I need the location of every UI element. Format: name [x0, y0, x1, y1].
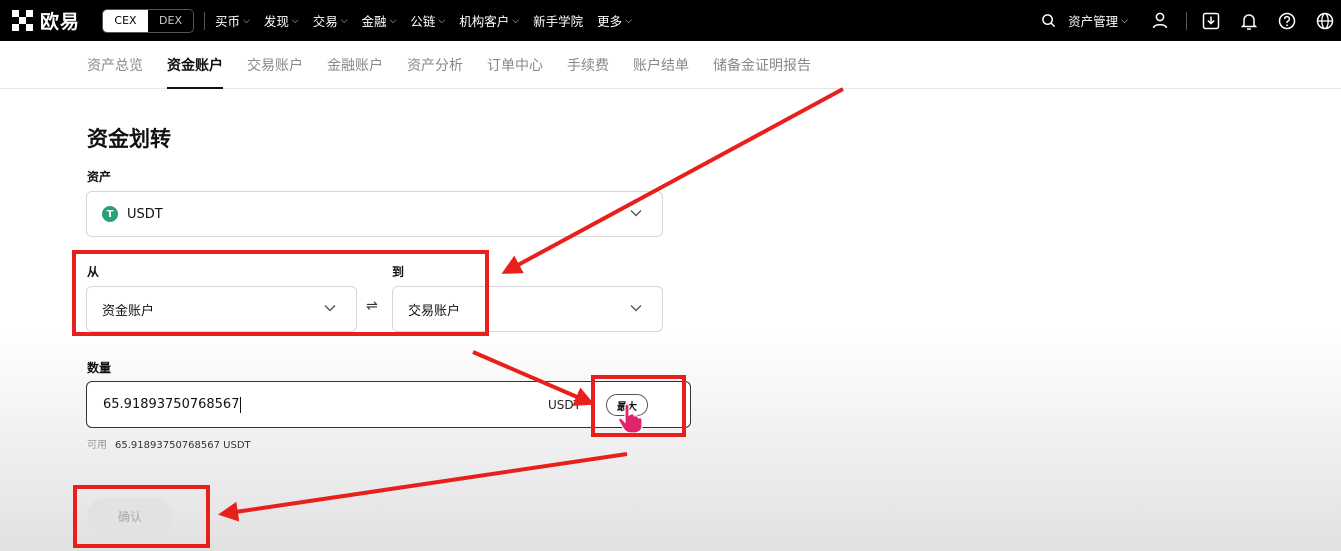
- tab-order-center[interactable]: 订单中心: [487, 41, 543, 89]
- account-sub-nav: 资产总览 资金账户 交易账户 金融账户 资产分析 订单中心 手续费 账户结单 储…: [0, 41, 1341, 89]
- to-account-select[interactable]: 交易账户: [392, 286, 663, 332]
- dex-tab[interactable]: DEX: [148, 9, 194, 32]
- chevron-down-icon: ⌵: [438, 15, 446, 26]
- asset-value: USDT: [127, 206, 163, 222]
- amount-value: 65.91893750768567: [103, 397, 240, 412]
- nav-discover[interactable]: 发现 ⌵: [264, 11, 299, 30]
- chevron-down-icon: ⌵: [625, 15, 632, 26]
- pointer-hand-icon: [616, 402, 646, 438]
- swap-icon[interactable]: ⇌: [366, 298, 378, 314]
- help-icon[interactable]: [1277, 11, 1297, 31]
- to-account-value: 交易账户: [408, 303, 461, 319]
- usdt-icon: T: [102, 206, 118, 222]
- bell-icon[interactable]: [1239, 11, 1259, 31]
- text-cursor: [240, 396, 242, 413]
- divider: [1186, 11, 1187, 30]
- chevron-down-icon: [324, 305, 336, 312]
- nav-academy[interactable]: 新手学院: [533, 11, 583, 30]
- chevron-down-icon: [630, 305, 642, 312]
- chevron-down-icon: ⌵: [389, 15, 397, 26]
- from-account-value: 资金账户: [102, 303, 155, 319]
- chevron-down-icon: ⌵: [1121, 15, 1128, 26]
- nav-institutional[interactable]: 机构客户 ⌵: [459, 11, 519, 30]
- available-value: 65.91893750768567 USDT: [115, 440, 251, 451]
- okx-logo-icon: [12, 9, 34, 32]
- nav-buy-crypto[interactable]: 买币 ⌵: [215, 11, 250, 30]
- cex-dex-switch[interactable]: CEX DEX: [102, 8, 195, 33]
- main-nav: 买币 ⌵ 发现 ⌵ 交易 ⌵ 金融 ⌵ 公链 ⌵ 机构客户 ⌵ 新手学院 更多 ⌵: [215, 11, 646, 30]
- arrow-to-from-to: [501, 87, 844, 274]
- divider: [204, 11, 206, 30]
- asset-label: 资产: [87, 170, 112, 184]
- nav-more[interactable]: 更多 ⌵: [597, 11, 632, 30]
- chevron-down-icon: ⌵: [291, 15, 299, 26]
- arrow-to-confirm: [218, 452, 628, 522]
- tab-statements[interactable]: 账户结单: [633, 41, 689, 89]
- globe-icon[interactable]: [1315, 11, 1335, 31]
- available-label: 可用: [87, 440, 107, 451]
- amount-input[interactable]: 65.91893750768567 USDT 最大: [86, 381, 691, 428]
- tab-asset-analysis[interactable]: 资产分析: [407, 41, 463, 89]
- page-title: 资金划转: [87, 127, 171, 151]
- chevron-down-icon: ⌵: [243, 15, 250, 26]
- user-icon[interactable]: [1150, 11, 1170, 31]
- okx-logo[interactable]: 欧易: [12, 0, 80, 41]
- cex-tab[interactable]: CEX: [103, 9, 149, 32]
- asset-management-menu[interactable]: 资产管理 ⌵: [1068, 11, 1128, 30]
- download-icon[interactable]: [1201, 11, 1221, 31]
- tab-proof-of-reserves[interactable]: 储备金证明报告: [713, 41, 811, 89]
- search-icon[interactable]: [1038, 11, 1058, 31]
- topbar-right: 资产管理 ⌵: [1020, 0, 1341, 41]
- asset-select[interactable]: T USDT: [86, 191, 663, 237]
- nav-finance[interactable]: 金融 ⌵: [362, 11, 397, 30]
- nav-trade[interactable]: 交易 ⌵: [313, 11, 348, 30]
- amount-label: 数量: [87, 361, 112, 375]
- tab-finance-account[interactable]: 金融账户: [327, 41, 383, 89]
- from-label: 从: [87, 265, 100, 279]
- to-label: 到: [392, 265, 405, 279]
- chevron-down-icon: ⌵: [512, 15, 520, 26]
- from-account-select[interactable]: 资金账户: [86, 286, 357, 332]
- nav-chain[interactable]: 公链 ⌵: [410, 11, 445, 30]
- available-balance: 可用 65.91893750768567 USDT: [87, 436, 251, 451]
- amount-unit: USDT: [548, 397, 581, 412]
- tab-funding-account[interactable]: 资金账户: [167, 41, 223, 89]
- tab-fees[interactable]: 手续费: [567, 41, 609, 89]
- confirm-button[interactable]: 确认: [87, 498, 173, 534]
- tab-asset-overview[interactable]: 资产总览: [87, 41, 143, 89]
- chevron-down-icon: ⌵: [340, 15, 348, 26]
- chevron-down-icon: [630, 210, 642, 217]
- tab-trading-account[interactable]: 交易账户: [247, 41, 303, 89]
- logo-text: 欧易: [40, 11, 81, 33]
- top-navigation-bar: 欧易 CEX DEX 买币 ⌵ 发现 ⌵ 交易 ⌵ 金融 ⌵ 公链 ⌵ 机构客户 ⌵ 新手学…: [0, 0, 1341, 41]
